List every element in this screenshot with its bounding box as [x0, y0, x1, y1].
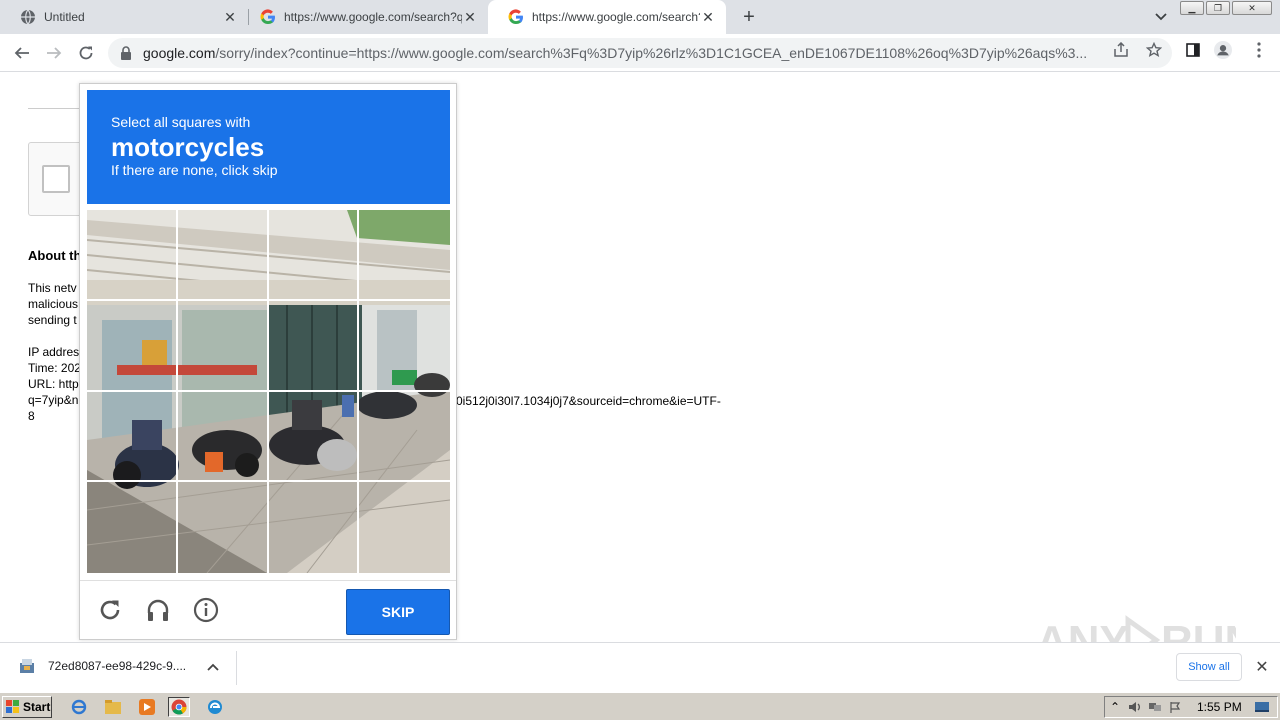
menu-kebab-icon[interactable] — [1250, 41, 1268, 59]
reload-button[interactable] — [72, 39, 100, 67]
image-tile[interactable] — [269, 482, 360, 573]
challenge-footer: SKIP — [80, 580, 456, 640]
image-tile[interactable] — [87, 300, 178, 392]
image-tile[interactable] — [359, 301, 450, 392]
bookmark-star-icon[interactable] — [1145, 41, 1163, 59]
image-tile[interactable] — [268, 391, 360, 483]
image-tile[interactable] — [268, 210, 360, 301]
minimize-button[interactable]: ▁ — [1180, 1, 1204, 15]
image-tile[interactable] — [359, 482, 450, 573]
tray-expand-icon[interactable]: ⌃ — [1105, 699, 1125, 715]
recaptcha-challenge: Select all squares with motorcycles If t… — [79, 83, 457, 640]
download-item[interactable]: 72ed8087-ee98-429c-9.... — [18, 657, 186, 675]
about-heading: About th — [28, 248, 82, 263]
image-tile[interactable] — [178, 482, 269, 573]
google-icon — [260, 9, 276, 25]
volume-icon[interactable] — [1125, 699, 1145, 715]
side-panel-icon[interactable] — [1184, 41, 1202, 59]
tab-title: https://www.google.com/search?q= — [284, 10, 462, 24]
address-url: google.com/sorry/index?continue=https://… — [143, 45, 1088, 61]
image-tile[interactable] — [87, 482, 178, 573]
download-bar: 72ed8087-ee98-429c-9.... Show all ✕ — [0, 642, 1280, 692]
image-tile[interactable] — [87, 210, 178, 301]
restore-button[interactable]: ❐ — [1206, 1, 1230, 15]
internet-explorer-icon[interactable] — [68, 697, 90, 717]
close-tab-icon[interactable]: ✕ — [462, 9, 478, 25]
tab-google-search-2[interactable]: https://www.google.com/search?q= ✕ — [488, 0, 726, 34]
instruction-line: Select all squares with — [111, 114, 251, 130]
tab-title: https://www.google.com/search?q= — [532, 10, 700, 24]
show-all-button[interactable]: Show all — [1176, 653, 1242, 681]
address-bar[interactable]: google.com/sorry/index?continue=https://… — [108, 38, 1172, 68]
action-center-flag-icon[interactable] — [1165, 699, 1185, 715]
challenge-header: Select all squares with motorcycles If t… — [87, 90, 450, 204]
chevron-up-icon[interactable] — [205, 659, 221, 675]
share-icon[interactable] — [1112, 41, 1130, 59]
tab-google-search-1[interactable]: https://www.google.com/search?q= ✕ — [240, 0, 488, 34]
start-label: Start — [23, 700, 51, 714]
tab-strip: Untitled ✕ https://www.google.com/search… — [0, 0, 1280, 34]
image-tile[interactable] — [359, 392, 450, 483]
start-button[interactable]: Start — [2, 696, 52, 718]
skip-button[interactable]: SKIP — [346, 589, 450, 635]
image-tile[interactable] — [359, 210, 450, 301]
divider — [236, 651, 237, 685]
lock-icon[interactable] — [118, 45, 134, 61]
clock[interactable]: 1:55 PM — [1197, 700, 1242, 714]
system-tray: ⌃ 1:55 PM — [1104, 696, 1278, 718]
recaptcha-checkbox[interactable] — [42, 165, 70, 193]
show-desktop-icon[interactable] — [1252, 699, 1272, 715]
chrome-icon[interactable] — [168, 697, 190, 717]
image-grid — [87, 210, 450, 573]
image-tile[interactable] — [268, 300, 360, 392]
image-tile[interactable] — [177, 391, 269, 483]
edge-icon[interactable] — [204, 697, 226, 717]
profile-avatar-icon[interactable] — [1214, 41, 1232, 59]
windows-flag-icon — [6, 700, 19, 713]
google-icon — [508, 9, 524, 25]
browser-toolbar: google.com/sorry/index?continue=https://… — [0, 34, 1280, 72]
tab-title: Untitled — [44, 10, 85, 24]
file-explorer-icon[interactable] — [102, 697, 124, 717]
tile-grid — [87, 210, 450, 573]
close-tab-icon[interactable]: ✕ — [222, 9, 238, 25]
close-download-bar-icon[interactable]: ✕ — [1254, 659, 1270, 676]
image-tile[interactable] — [87, 391, 178, 483]
close-window-button[interactable]: ✕ — [1232, 1, 1272, 15]
forward-button[interactable] — [40, 39, 68, 67]
audio-icon[interactable] — [143, 595, 173, 625]
challenge-target: motorcycles — [111, 132, 265, 162]
image-tile[interactable] — [177, 300, 269, 392]
tab-untitled[interactable]: Untitled ✕ — [0, 0, 248, 34]
download-filename: 72ed8087-ee98-429c-9.... — [48, 659, 187, 673]
back-button[interactable] — [8, 39, 36, 67]
tab-search-chevron-icon[interactable] — [1152, 8, 1170, 26]
windows-taskbar: Start ⌃ 1:55 PM — [0, 692, 1280, 720]
image-tile[interactable] — [177, 210, 269, 301]
globe-icon — [20, 9, 36, 25]
reload-icon[interactable] — [95, 595, 125, 625]
media-player-icon[interactable] — [136, 697, 158, 717]
close-tab-icon[interactable]: ✕ — [700, 9, 716, 25]
network-icon[interactable] — [1145, 699, 1165, 715]
info-icon[interactable] — [191, 595, 221, 625]
new-tab-button[interactable]: + — [738, 6, 760, 28]
installer-file-icon — [20, 659, 34, 673]
window-controls: ▁ ❐ ✕ — [1180, 1, 1272, 15]
url-tail-text: 0i512j0i30l7.1034j0j7&sourceid=chrome&ie… — [456, 394, 721, 408]
skip-hint: If there are none, click skip — [111, 162, 278, 178]
